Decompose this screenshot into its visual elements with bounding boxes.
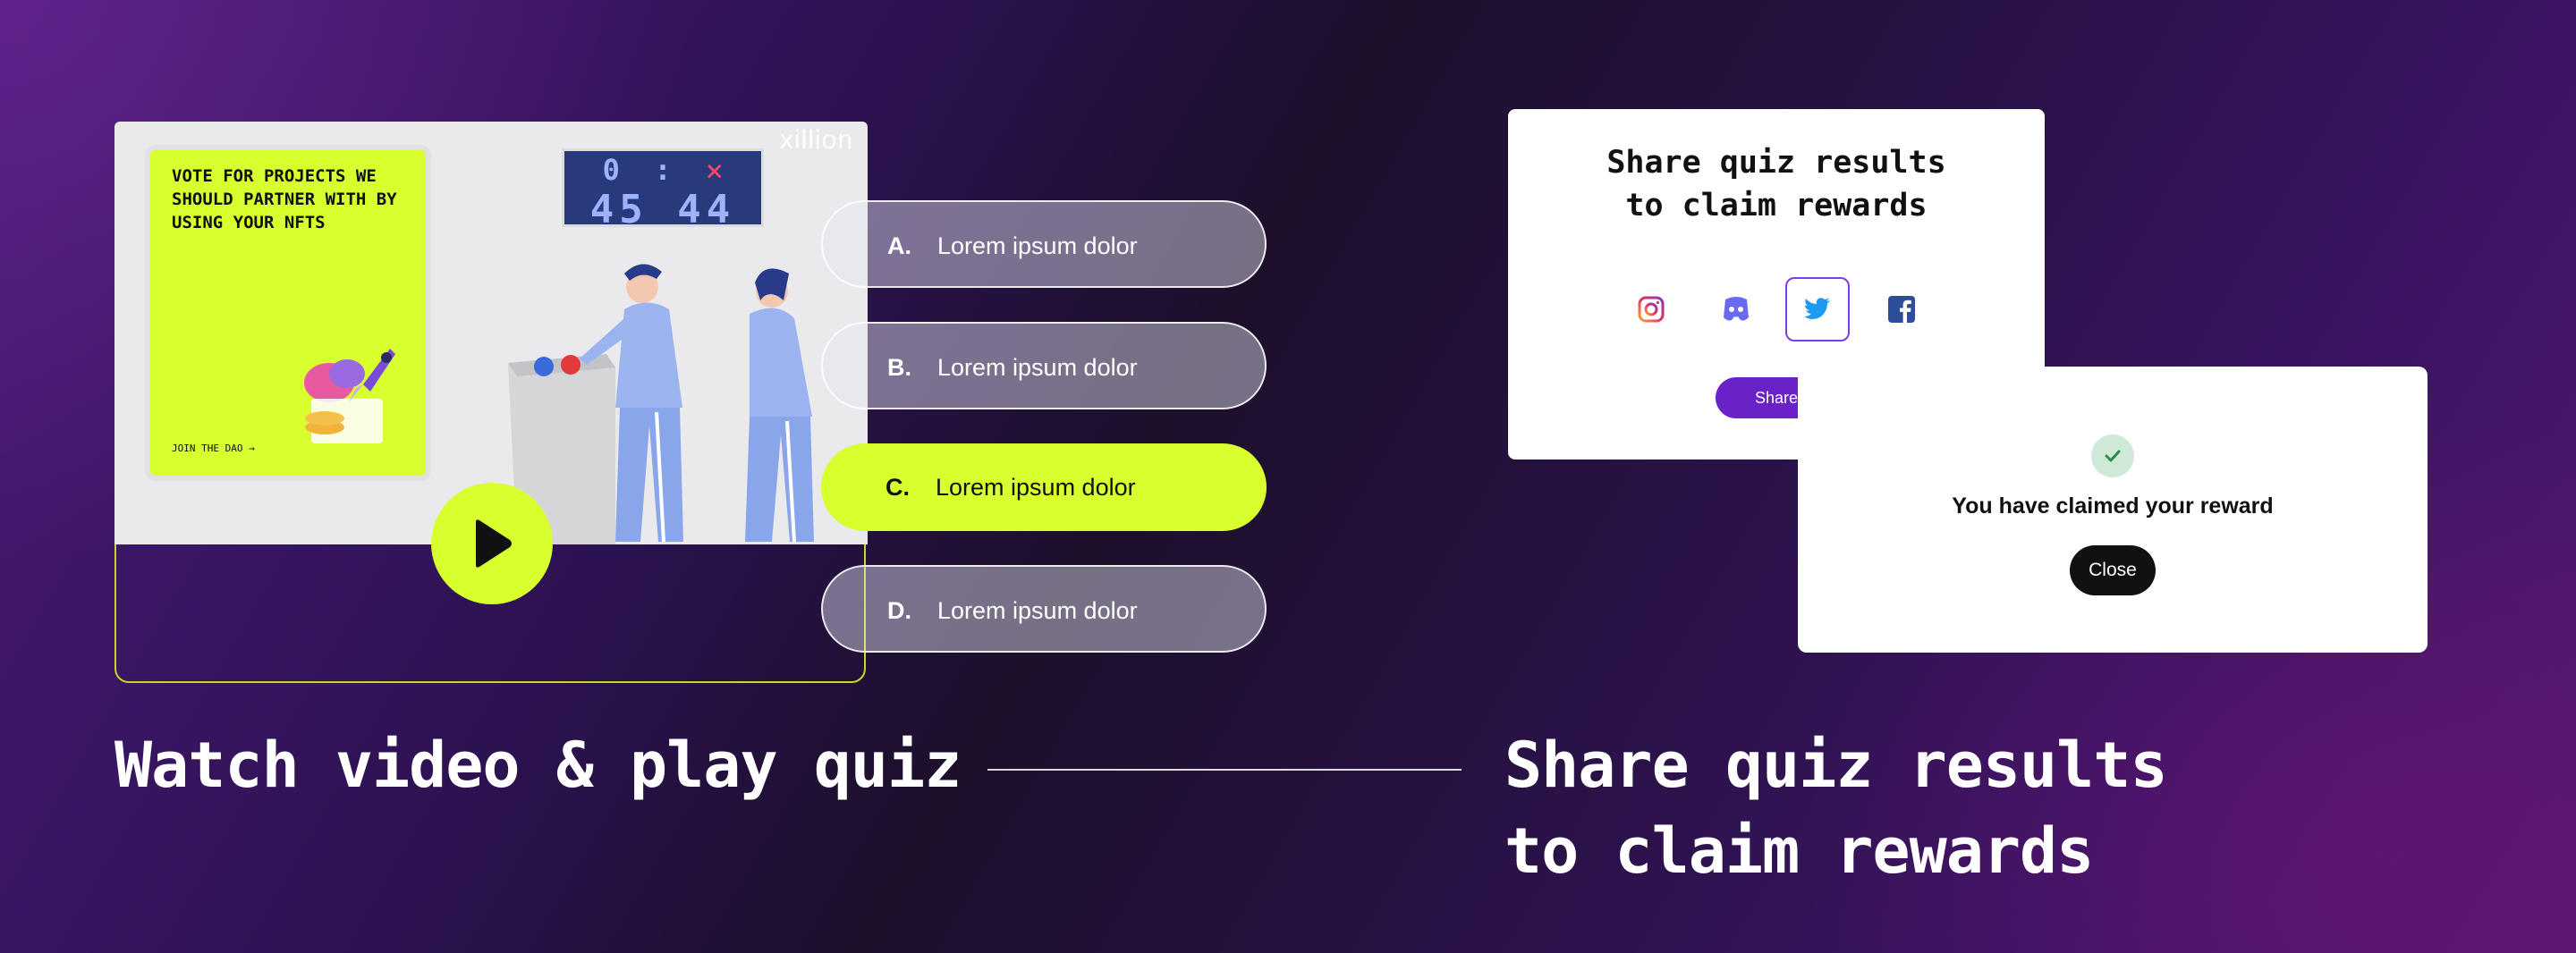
scoreboard-separator: :: [654, 153, 672, 187]
scoreboard-top-left: 0: [602, 153, 620, 187]
reward-claimed-modal: You have claimed your reward Close: [1798, 367, 2428, 653]
share-title-line2: to claim rewards: [1625, 188, 1928, 223]
players-illustration-icon: [508, 264, 814, 544]
brand-logo: xillion: [779, 125, 853, 155]
option-letter: A.: [887, 232, 911, 259]
caption-divider: [987, 769, 1462, 771]
option-text: Lorem ipsum dolor: [937, 597, 1138, 624]
play-icon: [476, 519, 512, 568]
facebook-icon: [1888, 296, 1915, 323]
share-card-title: Share quiz results to claim rewards: [1508, 141, 2045, 227]
play-button[interactable]: [431, 483, 553, 604]
twitter-icon: [1804, 298, 1830, 319]
option-letter: B.: [887, 354, 911, 381]
instagram-icon: [1638, 296, 1665, 323]
option-letter: D.: [887, 597, 911, 624]
option-text: Lorem ipsum dolor: [937, 232, 1138, 259]
discord-button[interactable]: [1703, 277, 1767, 342]
facebook-button[interactable]: [1869, 277, 1934, 342]
step-caption-right: Share quiz results to claim rewards: [1504, 722, 2309, 894]
success-check-badge: [2091, 434, 2134, 477]
discord-icon: [1724, 297, 1749, 321]
score-right: 44: [677, 187, 736, 232]
caption-right-line2: to claim rewards: [1504, 814, 2094, 888]
scoreboard-scores: 45 44: [564, 187, 761, 232]
close-button[interactable]: Close: [2070, 545, 2156, 595]
quiz-option-c[interactable]: C. Lorem ipsum dolor: [821, 443, 1267, 531]
poster-title: VOTE FOR PROJECTS WE SHOULD PARTNER WITH…: [172, 166, 397, 232]
rocket-illustration-icon: [304, 349, 395, 443]
quiz-option-b[interactable]: B. Lorem ipsum dolor: [821, 322, 1267, 409]
score-left: 45: [589, 187, 648, 232]
instagram-button[interactable]: [1619, 277, 1683, 342]
scoreboard: 0 : ✕ 45 44: [562, 148, 764, 232]
option-letter: C.: [886, 474, 910, 501]
reward-claimed-message: You have claimed your reward: [1952, 493, 2274, 519]
video-poster: VOTE FOR PROJECTS WE SHOULD PARTNER WITH…: [150, 150, 426, 476]
option-text: Lorem ipsum dolor: [937, 354, 1138, 381]
twitter-button[interactable]: [1785, 277, 1850, 342]
step-caption-left: Watch video & play quiz: [114, 729, 962, 802]
scoreboard-status: 0 : ✕: [564, 153, 761, 187]
checkmark-icon: [2105, 450, 2121, 462]
poster-cta: JOIN THE DAO →: [172, 443, 255, 454]
video-player[interactable]: xillion VOTE FOR PROJECTS WE SHOULD PART…: [114, 122, 868, 544]
option-text: Lorem ipsum dolor: [936, 474, 1136, 501]
scoreboard-top-right: ✕: [706, 153, 724, 187]
share-title-line1: Share quiz results: [1606, 145, 1946, 181]
quiz-option-a[interactable]: A. Lorem ipsum dolor: [821, 200, 1267, 288]
quiz-option-d[interactable]: D. Lorem ipsum dolor: [821, 565, 1267, 653]
caption-right-line1: Share quiz results: [1504, 729, 2168, 802]
